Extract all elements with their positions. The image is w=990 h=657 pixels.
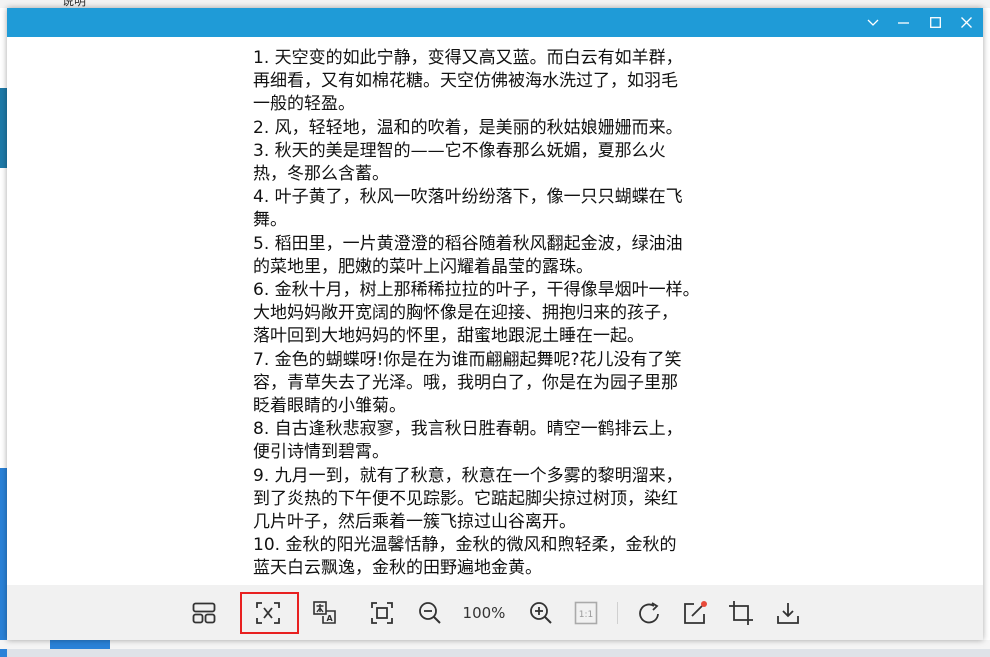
close-icon[interactable]: [951, 8, 981, 37]
minimize-icon[interactable]: [888, 8, 918, 37]
actual-size-label: 1:1: [579, 610, 593, 620]
download-icon[interactable]: [773, 598, 803, 628]
text-line: 10. 金秋的阳光温馨恬静，金秋的微风和煦轻柔，金秋的: [253, 535, 677, 556]
text-line: 2. 风，轻轻地，温和的吹着，是美丽的秋姑娘姗姗而来。: [253, 117, 683, 138]
background-left-panel: [0, 88, 7, 168]
fit-screen-icon[interactable]: [367, 598, 397, 628]
text-line: 落叶回到大地妈妈的怀里，甜蜜地跟泥土睡在一起。: [253, 326, 644, 347]
title-bar: [7, 8, 983, 37]
background-left-panel-lower: [0, 468, 7, 657]
zoom-out-icon[interactable]: [415, 598, 445, 628]
rotate-icon[interactable]: [635, 598, 665, 628]
text-line: 3. 秋天的美是理智的——它不像春那么妩媚，夏那么火: [253, 140, 666, 161]
text-line: 1. 天空变的如此宁静，变得又高又蓝。而白云有如羊群，: [253, 48, 683, 68]
text-line: 大地妈妈敞开宽阔的胸怀像是在迎接、拥抱归来的孩子，: [253, 303, 678, 324]
text-line: 4. 叶子黄了，秋风一吹落叶纷纷落下，像一只只蝴蝶在飞: [253, 187, 683, 208]
text-line: 舞。: [253, 210, 287, 231]
text-line: 6. 金秋十月，树上那稀稀拉拉的叶子，干得像旱烟叶一样。: [253, 280, 700, 301]
text-line: 蓝天白云飘逸，金秋的田野遍地金黄。: [253, 558, 542, 579]
document-text: 1. 天空变的如此宁静，变得又高又蓝。而白云有如羊群， 再细看，又有如棉花糖。天…: [253, 47, 753, 581]
background-app-left-edge: [0, 8, 7, 657]
zoom-in-icon[interactable]: [526, 598, 556, 628]
layout-grid-icon[interactable]: [189, 598, 219, 628]
actual-size-icon[interactable]: 1:1: [571, 598, 601, 628]
toolbar-divider: [617, 602, 618, 624]
text-extract-icon[interactable]: [253, 598, 283, 628]
zoom-level: 100%: [462, 604, 506, 622]
text-line: 的菜地里，肥嫩的菜叶上闪耀着晶莹的露珠。: [253, 256, 593, 277]
text-line: 9. 九月一到，就有了秋意，秋意在一个多雾的黎明溜来，: [253, 465, 683, 486]
background-app-right-edge: [983, 8, 990, 649]
text-line: 热，冬那么含蓄。: [253, 164, 389, 185]
image-viewer-window: 1. 天空变的如此宁静，变得又高又蓝。而白云有如羊群， 再细看，又有如棉花糖。天…: [7, 8, 983, 640]
text-line: 眨着眼睛的小雏菊。: [253, 396, 406, 417]
maximize-icon[interactable]: [920, 8, 950, 37]
translate-icon[interactable]: A: [310, 598, 340, 628]
text-line: 便引诗情到碧霄。: [253, 442, 389, 463]
background-taskbar: [0, 640, 990, 649]
image-canvas[interactable]: 1. 天空变的如此宁静，变得又高又蓝。而白云有如羊群， 再细看，又有如棉花糖。天…: [7, 37, 983, 585]
text-line: 容，青草失去了光泽。哦，我明白了，你是在为园子里那: [253, 372, 678, 393]
edit-icon[interactable]: [680, 598, 710, 628]
crop-icon[interactable]: [726, 598, 756, 628]
chevron-down-icon[interactable]: [858, 8, 888, 37]
text-line: 几片叶子，然后乘着一簇飞掠过山谷离开。: [253, 512, 576, 533]
text-line: 7. 金色的蝴蝶呀!你是在为谁而翩翩起舞呢?花儿没有了笑: [253, 349, 682, 370]
text-line: 到了炎热的下午便不见踪影。它踮起脚尖掠过树顶，染红: [253, 488, 678, 509]
text-line: 再细看，又有如棉花糖。天空仿佛被海水洗过了，如羽毛: [253, 71, 678, 92]
text-line: 一般的轻盈。: [253, 94, 355, 115]
notification-badge: [701, 601, 707, 607]
bottom-toolbar: A 100% 1:1: [7, 585, 983, 640]
text-line: 5. 稻田里，一片黄澄澄的稻谷随着秋风翻起金波，绿油油: [253, 233, 683, 254]
background-taskbar-item: [50, 640, 110, 649]
svg-text:A: A: [327, 614, 334, 623]
text-line: 8. 自古逢秋悲寂寥，我言秋日胜春朝。晴空一鹤排云上，: [253, 419, 683, 440]
